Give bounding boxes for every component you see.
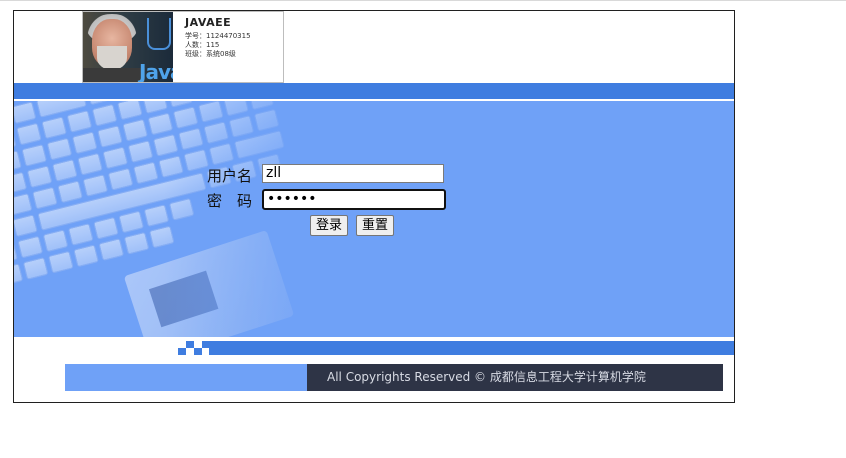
reset-button[interactable]: 重置: [356, 215, 395, 236]
page-top-divider: [0, 0, 846, 1]
avatar: Java: [83, 12, 173, 82]
banner-class: 班级：系统08级: [185, 50, 236, 58]
header-banner: Java JAVAEE 学号：1124470315 人数：115 班级：系统08…: [82, 11, 284, 83]
login-panel: 用户名 zll 密 码 •••••• 登录 重置: [14, 101, 734, 337]
footer-copyright: All Copyrights Reserved © 成都信息工程大学计算机学院: [307, 364, 723, 391]
password-input[interactable]: ••••••: [262, 189, 446, 210]
login-button[interactable]: 登录: [310, 215, 349, 236]
checker-decoration: [178, 341, 210, 355]
banner-count: 人数：115: [185, 41, 220, 49]
password-label: 密 码: [207, 192, 253, 210]
username-input[interactable]: zll: [262, 164, 444, 183]
footer: All Copyrights Reserved © 成都信息工程大学计算机学院: [65, 364, 723, 391]
java-logo-text: Java: [139, 60, 173, 82]
bottom-blue-bar: [209, 341, 734, 355]
page-frame: Java JAVAEE 学号：1124470315 人数：115 班级：系统08…: [13, 10, 735, 403]
banner-title: JAVAEE: [185, 16, 232, 29]
avatar-shirt: [83, 68, 145, 82]
java-logo-icon: [147, 18, 171, 50]
avatar-beard: [97, 46, 127, 70]
banner-student-id: 学号：1124470315: [185, 32, 251, 40]
top-blue-bar: [14, 83, 734, 99]
footer-left-block: [65, 364, 307, 391]
username-label: 用户名: [207, 167, 253, 185]
